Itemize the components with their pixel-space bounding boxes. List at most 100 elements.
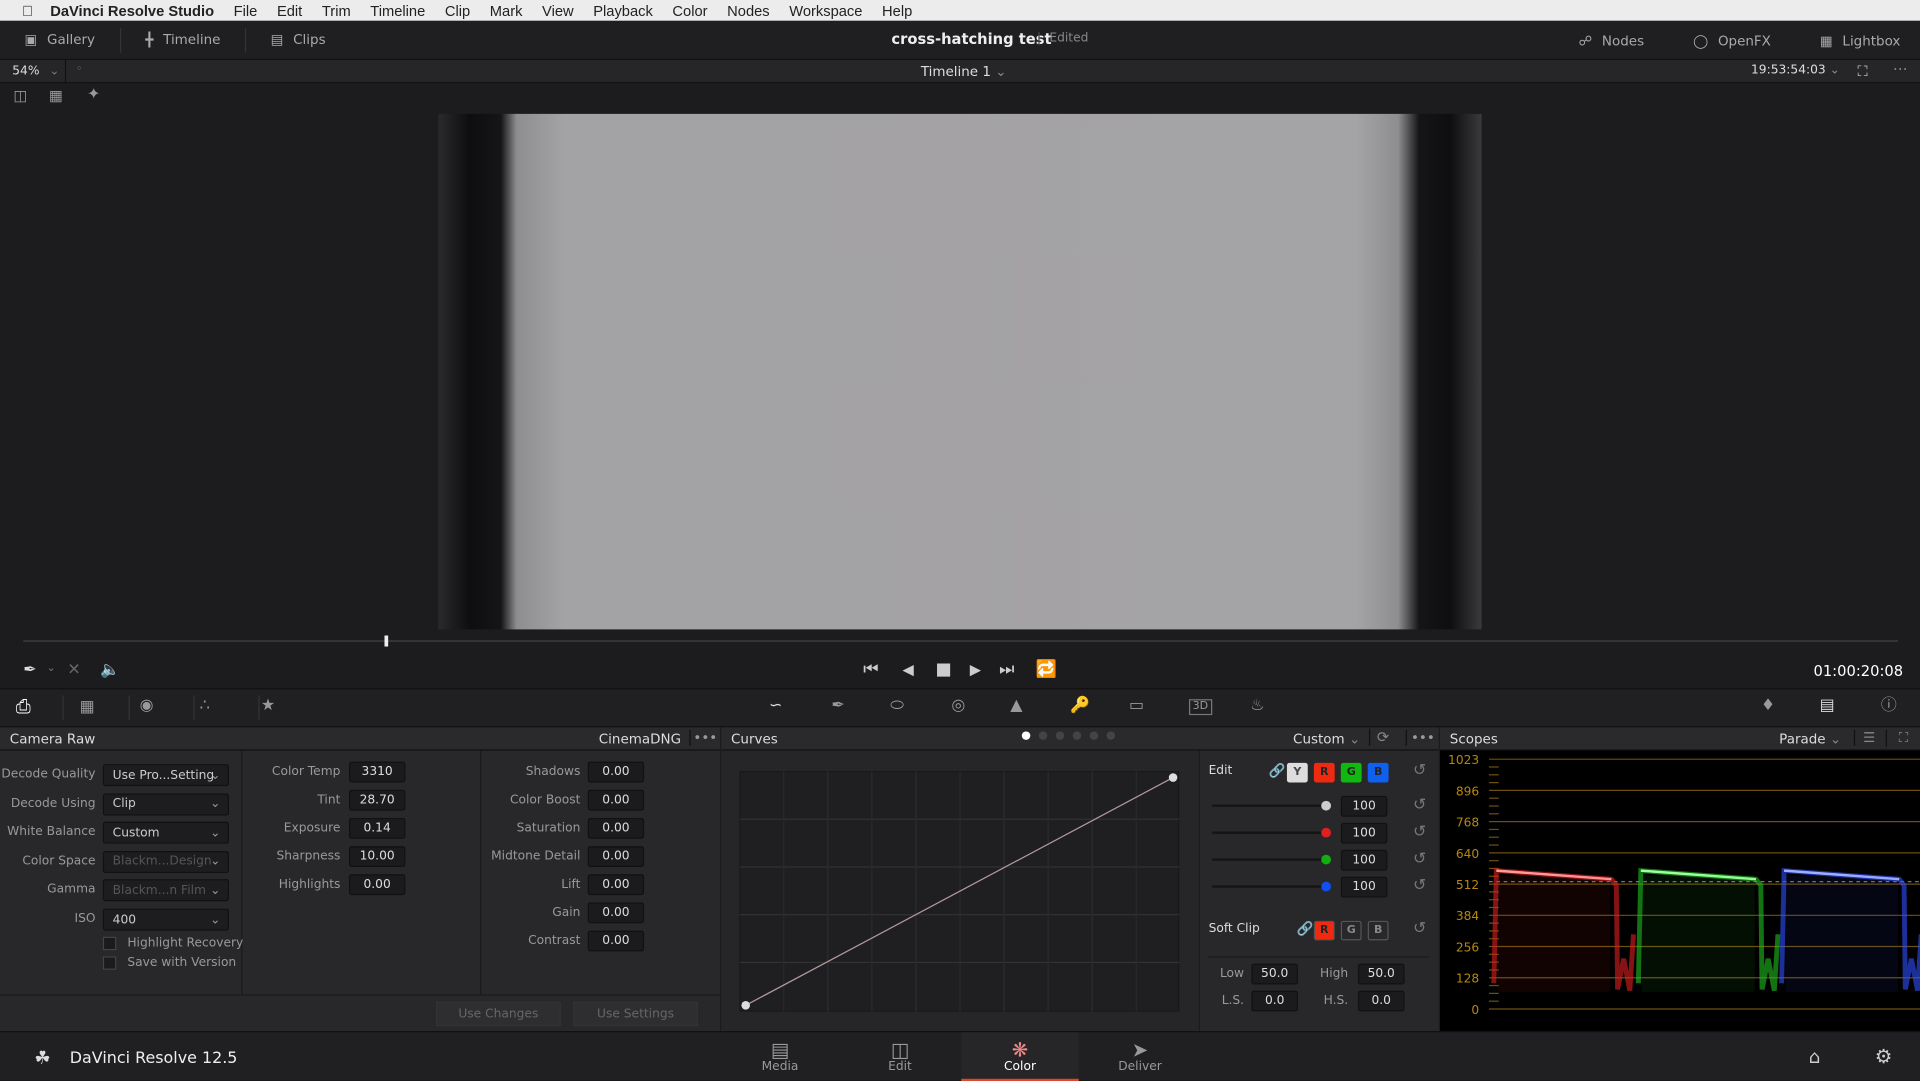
motion-effects-icon[interactable]: ★ [261,698,275,714]
gallery-button[interactable]: ▣ Gallery [0,27,121,53]
play-icon[interactable]: ▶ [970,662,981,677]
slider-handle[interactable] [1321,827,1332,838]
single-viewer-icon[interactable]: ◫ [13,88,27,103]
home-icon[interactable]: ⌂ [1809,1046,1821,1068]
blur-icon[interactable]: ▲ [1010,698,1022,714]
reset-add-icon[interactable]: ⟳ [1368,728,1396,746]
menu-clip[interactable]: Clip [445,2,470,19]
menu-color[interactable]: Color [672,2,707,19]
apple-icon[interactable]:  [22,2,33,19]
slider-handle[interactable] [1321,881,1332,892]
checkbox[interactable] [102,956,117,970]
channel-g-button[interactable]: G [1340,762,1362,783]
expand-icon[interactable]: ⛶ [1885,729,1920,747]
soft-clip-r-button[interactable]: R [1313,920,1335,941]
page-deliver[interactable]: ➤ Deliver [1081,1032,1199,1081]
split-view-icon[interactable]: ▦ [49,88,63,103]
reverse-play-icon[interactable]: ◀ [902,662,913,677]
curves-preset-dropdown[interactable]: Custom ⌄ [1293,731,1360,747]
zoom-dropdown[interactable]: 54% ⌄ [0,60,67,83]
timeline-button[interactable]: ╋ Timeline [121,27,247,53]
stop-icon[interactable]: ■ [936,661,952,678]
low-input[interactable]: 50.0 [1251,963,1298,985]
reset-icon[interactable]: ↺ [1413,824,1426,840]
playhead[interactable] [385,635,389,647]
shadows-input[interactable]: 0.00 [587,761,645,783]
menu-help[interactable]: Help [882,2,912,19]
midtone-detail-input[interactable]: 0.00 [587,846,645,867]
reset-icon[interactable]: ↺ [1413,851,1426,867]
clips-button[interactable]: ▤ Clips [246,28,350,52]
reset-icon[interactable]: ↺ [1413,763,1426,779]
loop-icon[interactable]: 🔁 [1036,661,1057,678]
page-dots[interactable]: ●●●●●● [1021,730,1123,742]
lift-input[interactable]: 0.00 [587,874,645,896]
reset-icon[interactable]: ↺ [1413,797,1426,813]
menu-workspace[interactable]: Workspace [789,2,862,19]
menu-file[interactable]: File [234,2,258,19]
intensity-slider[interactable] [1212,885,1329,888]
color-boost-input[interactable]: 0.00 [587,789,645,811]
more-options-icon[interactable]: ••• [1405,729,1439,746]
dropdown-decode-using[interactable]: Clip ⌄ [102,792,229,816]
link-icon[interactable]: 🔗 [1269,763,1286,779]
app-menu[interactable]: DaVinci Resolve Studio [50,2,214,19]
curve-point-black[interactable] [741,1001,751,1010]
fullscreen-icon[interactable]: ⛶ [1858,62,1868,80]
color-temp-input[interactable]: 3310 [348,761,406,783]
timeline-selector[interactable]: Timeline 1 ⌄ [921,64,1007,80]
curves-graph[interactable] [739,771,1180,1012]
channel-r-button[interactable]: R [1313,762,1335,783]
scope-mode-dropdown[interactable]: Parade ⌄ [1779,731,1841,747]
high-input[interactable]: 50.0 [1357,963,1405,985]
skip-to-start-icon[interactable]: ⏮ [863,661,878,678]
highlight-wand-icon[interactable]: ✦ [87,87,100,103]
checkbox[interactable] [102,936,117,951]
menu-edit[interactable]: Edit [277,2,302,19]
scrub-track[interactable] [23,640,1898,642]
intensity-slider[interactable] [1212,831,1329,834]
bypass-icon[interactable]: ✕ [67,662,80,678]
intensity-slider[interactable] [1212,804,1329,807]
intensity-slider[interactable] [1212,858,1329,861]
scrubber[interactable] [0,630,1920,656]
fire-icon[interactable]: ♨ [1250,698,1264,714]
more-options-icon[interactable]: ⋯ [1893,60,1908,77]
tint-input[interactable]: 28.70 [348,789,406,811]
use-settings-button[interactable]: Use Settings [573,1001,698,1027]
hs-input[interactable]: 0.0 [1357,990,1405,1012]
scope-settings-icon[interactable]: ☰ [1853,729,1883,746]
slider-handle[interactable] [1321,854,1332,865]
qualifier-icon[interactable]: ✒ [831,698,844,714]
dropdown-iso[interactable]: 400 ⌄ [102,908,229,931]
curve-point-white[interactable] [1168,773,1178,782]
menu-view[interactable]: View [542,2,574,19]
intensity-input[interactable]: 100 [1340,822,1388,844]
channel-y-button[interactable]: Y [1286,762,1308,783]
color-match-icon[interactable]: ▦ [80,699,95,715]
camera-raw-icon[interactable]: ⎙ [16,697,31,716]
reset-icon[interactable]: ↺ [1413,921,1426,937]
dropdown-white-balance[interactable]: Custom ⌄ [102,821,229,844]
nodes-button[interactable]: ☍ Nodes [1554,28,1669,52]
reset-icon[interactable]: ↺ [1413,878,1426,894]
eyedropper-icon[interactable]: ✒ [23,662,36,678]
menu-timeline[interactable]: Timeline [370,2,425,19]
intensity-input[interactable]: 100 [1340,876,1388,898]
chevron-down-icon[interactable]: ⌄ [47,663,56,675]
page-color[interactable]: ❋ Color [961,1032,1079,1081]
gear-icon[interactable]: ⚙ [1875,1044,1893,1067]
key-icon[interactable]: 🔑 [1070,698,1090,714]
lightbox-button[interactable]: ▦ Lightbox [1795,28,1920,52]
window-icon[interactable]: ⬭ [890,698,904,714]
curves-icon[interactable]: ∽ [769,698,782,714]
soft-clip-b-button[interactable]: B [1367,920,1389,941]
saturation-input[interactable]: 0.00 [587,817,645,839]
volume-icon[interactable]: 🔈 [100,662,120,678]
3d-icon[interactable]: 3D [1188,699,1212,716]
contrast-input[interactable]: 0.00 [587,930,645,952]
rgb-mixer-icon[interactable]: ∴ [200,698,210,714]
more-options-icon[interactable]: ••• [689,729,720,746]
page-media[interactable]: ▤ Media [721,1032,839,1081]
highlight-icon[interactable]: ♦ [1761,698,1775,714]
